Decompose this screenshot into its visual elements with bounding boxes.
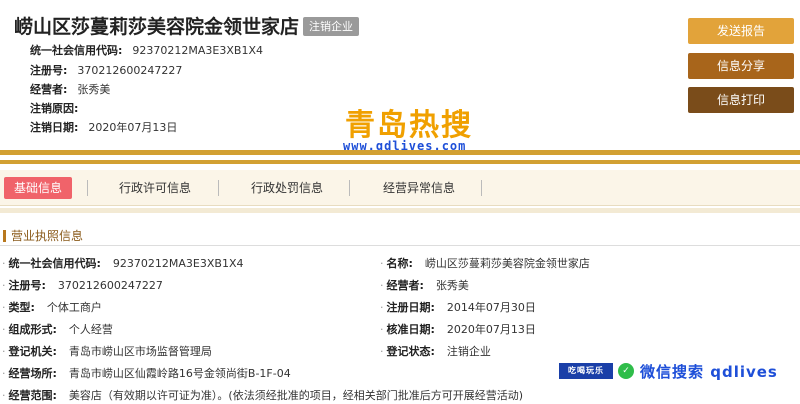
- detail-operator: · 经营者: 张秀美: [380, 279, 469, 292]
- detail-label: 经营场所:: [8, 367, 57, 380]
- print-info-button[interactable]: 信息打印: [688, 87, 794, 113]
- share-info-button[interactable]: 信息分享: [688, 53, 794, 79]
- detail-label: 经营范围:: [8, 389, 57, 402]
- section-title-text: 营业执照信息: [11, 229, 84, 243]
- detail-reg-no: · 注册号: 370212600247227: [2, 279, 163, 292]
- detail-reg-status: · 登记状态: 注销企业: [380, 345, 491, 358]
- detail-approval-date: · 核准日期: 2020年07月13日: [380, 323, 536, 336]
- header-operator-label: 经营者:: [30, 83, 68, 96]
- tab-admin-license[interactable]: 行政许可信息: [119, 179, 191, 196]
- detail-credit-code: · 统一社会信用代码: 92370212MA3E3XB1X4: [2, 257, 244, 270]
- wechat-icon: ✓: [618, 363, 634, 379]
- header-reg-no-row: 注册号: 370212600247227: [30, 62, 182, 78]
- header-credit-code-label: 统一社会信用代码:: [30, 44, 123, 57]
- detail-value: 美容店（有效期以许可证为准）。(依法须经批准的项目，经相关部门批准后方可开展经营…: [68, 389, 523, 402]
- detail-premises: · 经营场所: 青岛市崂山区仙霞岭路16号金领尚街B-1F-04: [2, 367, 291, 380]
- tab-bar: 基础信息 行政许可信息 行政处罚信息 经营异常信息: [0, 170, 800, 206]
- detail-value: 个人经营: [68, 323, 113, 336]
- detail-label: 经营者:: [386, 279, 424, 292]
- header-cancel-date-label: 注销日期:: [30, 121, 79, 134]
- tab-separator: [481, 180, 482, 196]
- tab-business-anomaly[interactable]: 经营异常信息: [383, 179, 455, 196]
- watermark-badge: 吃喝玩乐: [559, 363, 613, 379]
- header-operator-value: 张秀美: [77, 83, 111, 96]
- tab-separator: [87, 180, 88, 196]
- detail-type: · 类型: 个体工商户: [2, 301, 102, 314]
- detail-authority: · 登记机关: 青岛市崂山区市场监督管理局: [2, 345, 212, 358]
- watermark-wechat-text: 微信搜索 qdlives: [640, 363, 778, 381]
- detail-composition: · 组成形式: 个人经营: [2, 323, 113, 336]
- detail-value: 崂山区莎蔓莉莎美容院金领世家店: [424, 257, 590, 270]
- detail-value: 青岛市崂山区市场监督管理局: [68, 345, 212, 358]
- tab-admin-penalty[interactable]: 行政处罚信息: [251, 179, 323, 196]
- section-title: 营业执照信息: [3, 227, 83, 244]
- tab-basic-info[interactable]: 基础信息: [4, 177, 72, 199]
- tab-separator: [349, 180, 350, 196]
- status-badge: 注销企业: [303, 17, 359, 36]
- header-credit-code-row: 统一社会信用代码: 92370212MA3E3XB1X4: [30, 42, 263, 58]
- detail-value: 青岛市崂山区仙霞岭路16号金领尚街B-1F-04: [68, 367, 291, 380]
- detail-label: 名称:: [386, 257, 413, 270]
- detail-label: 注册日期:: [386, 301, 435, 314]
- header-cancel-reason-row: 注销原因:: [30, 100, 88, 116]
- detail-value: 92370212MA3E3XB1X4: [112, 257, 244, 270]
- company-name: 崂山区莎蔓莉莎美容院金领世家店: [14, 16, 300, 38]
- header-credit-code-value: 92370212MA3E3XB1X4: [132, 44, 263, 57]
- detail-value: 注销企业: [446, 345, 491, 358]
- header-reg-no-label: 注册号:: [30, 64, 68, 77]
- detail-label: 登记状态:: [386, 345, 435, 358]
- detail-value: 张秀美: [435, 279, 469, 292]
- detail-name: · 名称: 崂山区莎蔓莉莎美容院金领世家店: [380, 257, 590, 270]
- header-cancel-reason-label: 注销原因:: [30, 102, 79, 115]
- section-divider: [0, 245, 800, 246]
- detail-label: 类型:: [8, 301, 35, 314]
- detail-value: 370212600247227: [57, 279, 163, 292]
- watermark-brand: 青岛热搜: [345, 108, 473, 143]
- tab-separator: [218, 180, 219, 196]
- detail-reg-date: · 注册日期: 2014年07月30日: [380, 301, 536, 314]
- detail-value: 2014年07月30日: [446, 301, 536, 314]
- header-reg-no-value: 370212600247227: [77, 64, 183, 77]
- tab-bottom-stripe: [0, 208, 800, 213]
- detail-label: 核准日期:: [386, 323, 435, 336]
- detail-value: 2020年07月13日: [446, 323, 536, 336]
- header-cancel-date-value: 2020年07月13日: [88, 121, 178, 134]
- header-cancel-date-row: 注销日期: 2020年07月13日: [30, 119, 177, 135]
- detail-label: 登记机关:: [8, 345, 57, 358]
- header-operator-row: 经营者: 张秀美: [30, 81, 110, 97]
- header-divider: [0, 150, 800, 155]
- detail-label: 注册号:: [8, 279, 46, 292]
- detail-business-scope: · 经营范围: 美容店（有效期以许可证为准）。(依法须经批准的项目，经相关部门批准后…: [2, 389, 523, 402]
- send-report-button[interactable]: 发送报告: [688, 18, 794, 44]
- header-divider-secondary: [0, 160, 800, 164]
- detail-value: 个体工商户: [46, 301, 102, 314]
- section-marker: [3, 230, 6, 242]
- detail-label: 统一社会信用代码:: [8, 257, 101, 270]
- company-header: 崂山区莎蔓莉莎美容院金领世家店 注销企业 统一社会信用代码: 92370212MA…: [0, 0, 800, 153]
- detail-label: 组成形式:: [8, 323, 57, 336]
